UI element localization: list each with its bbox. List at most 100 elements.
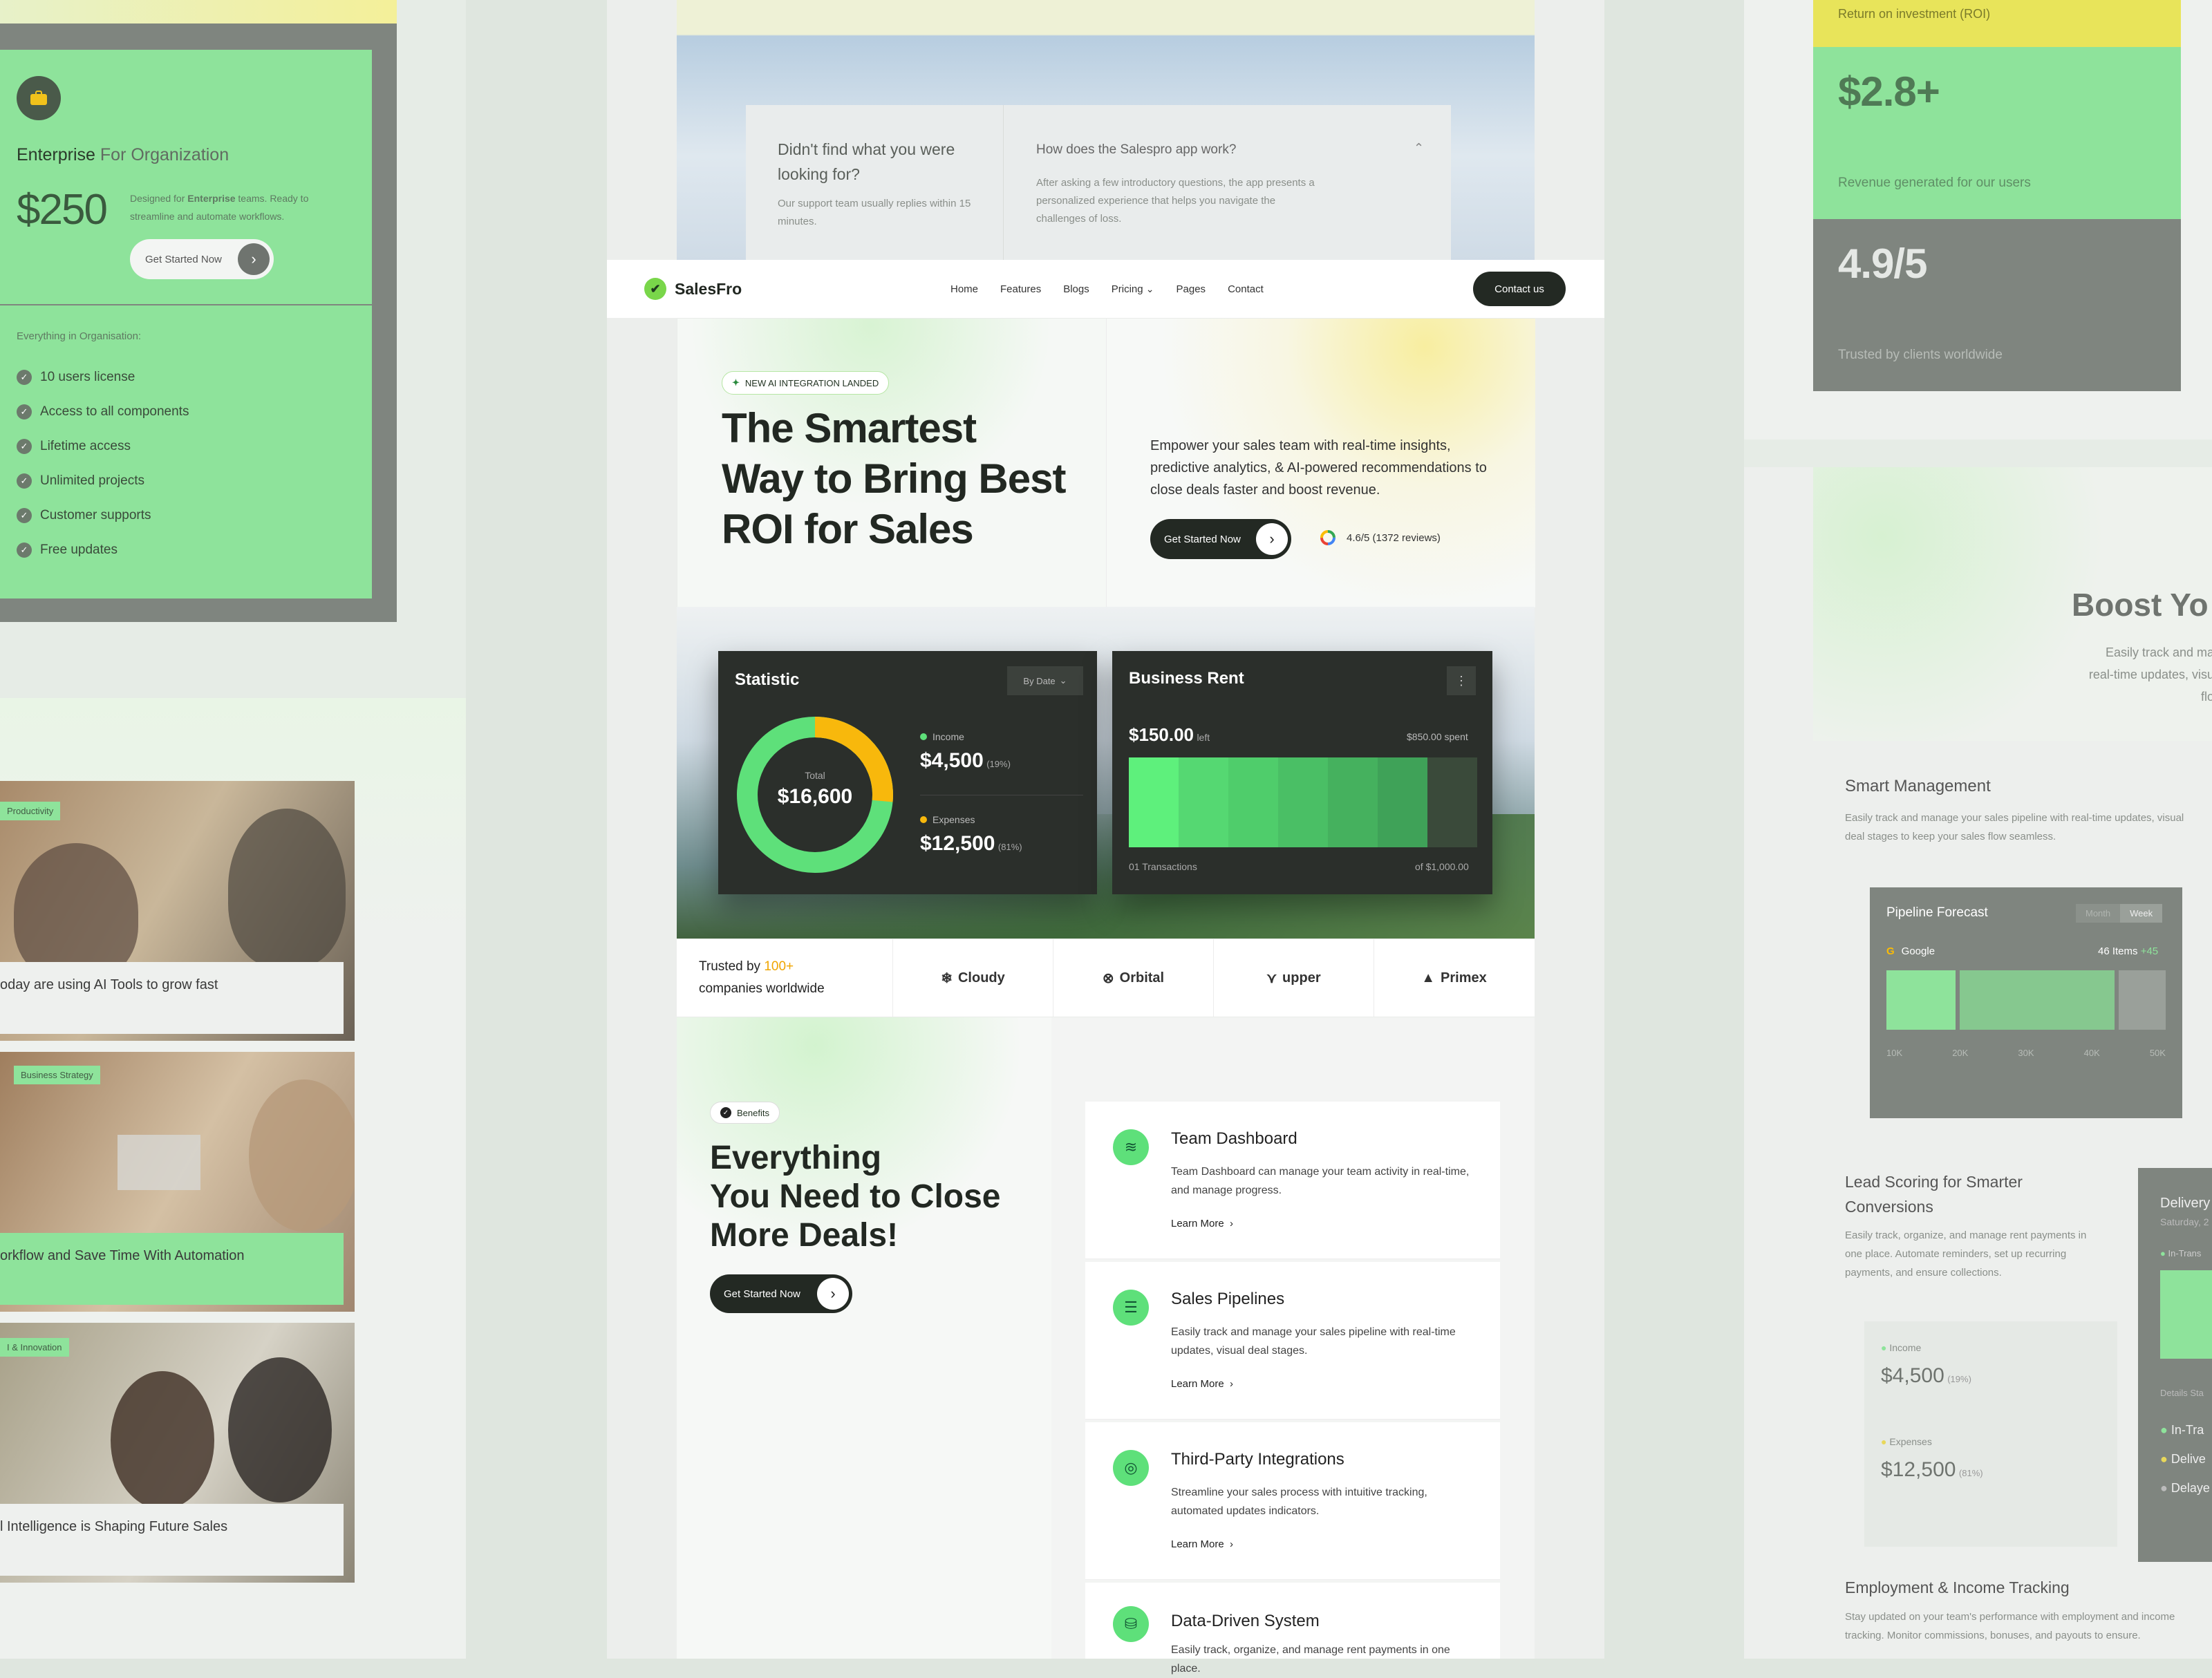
- hero-title: The Smartest Way to Bring Best ROI for Sal…: [722, 405, 1066, 552]
- hero-section: ✦ NEW AI INTEGRATION LANDED The Smartest W…: [677, 318, 1535, 607]
- hero-get-started-button[interactable]: Get Started Now ›: [1150, 519, 1291, 559]
- tab-week[interactable]: Week: [2120, 904, 2163, 923]
- expenses-label: ● Expenses: [1881, 1436, 1932, 1447]
- tab-month[interactable]: Month: [2076, 904, 2121, 923]
- check-badge-icon: ✔: [644, 278, 666, 300]
- brand-logo[interactable]: ✔ SalesFro: [644, 278, 742, 300]
- orbit-icon: ⊗: [1102, 970, 1114, 986]
- feature-item: ✓ Customer supports: [17, 498, 355, 533]
- upper-logo-icon: ⋎: [1266, 970, 1277, 986]
- income-legend: Income $4,500 (19%): [920, 731, 1011, 772]
- faq-question[interactable]: How does the Salespro app work?: [1036, 142, 1236, 158]
- blog-title-2: orkflow and Save Time With Automation: [0, 1233, 344, 1305]
- delivery-legend: ● In-Tra ● Delive ● Delaye: [2160, 1423, 2210, 1495]
- delivery-bar: [2160, 1270, 2212, 1359]
- feature-label: 10 users license: [40, 370, 135, 384]
- blog-card-2[interactable]: Business Strategy orkflow and Save Time …: [0, 1052, 355, 1312]
- statistic-card: Statistic By Date ⌄ Total $16,600 Income …: [718, 651, 1097, 894]
- roi-label: Return on investment (ROI): [1813, 0, 2181, 47]
- hero-cta-label: Get Started Now: [1164, 533, 1241, 545]
- dashboard-showcase: Statistic By Date ⌄ Total $16,600 Income …: [677, 607, 1535, 939]
- nav-features[interactable]: Features: [1000, 283, 1041, 295]
- stats-frame: Return on investment (ROI) $2.8+ Revenue…: [1744, 0, 2212, 440]
- get-started-button[interactable]: Get Started Now ›: [130, 239, 274, 279]
- date-filter-dropdown[interactable]: By Date ⌄: [1007, 666, 1083, 695]
- boost-title: Boost Yo: [2072, 587, 2209, 623]
- filter-label: By Date: [1023, 675, 1056, 686]
- pipeline-source: G Google: [1886, 945, 1936, 957]
- blog-tag-2: Business Strategy: [14, 1066, 100, 1084]
- check-circle-icon: ✓: [17, 543, 32, 558]
- feature-desc: Easily track, organize, and manage rent …: [1171, 1644, 1450, 1675]
- stat-value: $2.8+: [1838, 68, 1940, 115]
- feature-label: Unlimited projects: [40, 473, 144, 488]
- feature-label: Access to all components: [40, 404, 189, 419]
- more-vertical-icon[interactable]: ⋮: [1447, 666, 1476, 695]
- stat-label: Trusted by clients worldwide: [1838, 348, 2003, 362]
- feature-sales-pipelines: ☰ Sales Pipelines Easily track and manag…: [1085, 1262, 1500, 1420]
- smart-management-title: Smart Management: [1845, 777, 1991, 795]
- list-icon: ☰: [1113, 1290, 1149, 1326]
- nav-pages[interactable]: Pages: [1177, 283, 1206, 295]
- boost-hero: Boost Yo Easily track and ma real-time up…: [1813, 467, 2212, 741]
- benefits-get-started-button[interactable]: Get Started Now ›: [710, 1274, 852, 1313]
- announcement-badge[interactable]: ✦ NEW AI INTEGRATION LANDED: [722, 371, 890, 395]
- blog-list-frame: Productivity oday are using AI Tools to …: [0, 698, 466, 1659]
- nav-blogs[interactable]: Blogs: [1063, 283, 1089, 295]
- blog-title-3: l Intelligence is Shaping Future Sales: [0, 1504, 344, 1576]
- pipeline-bars: [1886, 970, 2166, 1030]
- google-rating: 4.6/5 (1372 reviews): [1319, 529, 1441, 547]
- stat-label: Revenue generated for our users: [1838, 176, 2031, 190]
- blog-title-1: oday are using AI Tools to grow fast: [0, 962, 344, 1034]
- feature-label: Lifetime access: [40, 439, 131, 453]
- learn-more-link[interactable]: Learn More ›: [1171, 1378, 1233, 1390]
- progress-segment: [1278, 757, 1328, 847]
- faq-left-title: Didn't find what you were looking for?: [778, 140, 955, 183]
- check-circle-icon: ✓: [720, 1107, 731, 1118]
- progress-segment: [1179, 757, 1228, 847]
- blog-card-3[interactable]: I & Innovation l Intelligence is Shaping…: [0, 1323, 355, 1583]
- badge-text: NEW AI INTEGRATION LANDED: [744, 377, 879, 388]
- learn-more-link[interactable]: Learn More ›: [1171, 1538, 1233, 1550]
- primex-logo-icon: ▲: [1421, 970, 1436, 986]
- blog-tag-3: I & Innovation: [0, 1338, 69, 1357]
- chevron-up-icon[interactable]: ⌃: [1414, 141, 1424, 155]
- progress-segment: [1427, 757, 1477, 847]
- arrow-right-icon: ›: [817, 1278, 849, 1310]
- nav-home[interactable]: Home: [950, 283, 978, 295]
- blog-tag-1: Productivity: [0, 802, 61, 820]
- progress-segment: [1378, 757, 1427, 847]
- briefcase-icon: [17, 76, 61, 120]
- benefits-cta-label: Get Started Now: [724, 1288, 800, 1300]
- check-circle-icon: ✓: [17, 508, 32, 523]
- feature-item: ✓ Unlimited projects: [17, 464, 355, 498]
- blog-card-1[interactable]: Productivity oday are using AI Tools to …: [0, 781, 355, 1041]
- contact-us-button[interactable]: Contact us: [1473, 272, 1566, 306]
- nav-contact[interactable]: Contact: [1228, 283, 1264, 295]
- feature-desc: Team Dashboard can manage your team acti…: [1171, 1166, 1470, 1196]
- pipeline-tabs: Month Week: [2076, 904, 2163, 923]
- feature-title: Sales Pipelines: [1171, 1290, 1285, 1308]
- nav-pricing[interactable]: Pricing ⌄: [1112, 283, 1154, 295]
- total-label: Total: [805, 770, 825, 781]
- faq-left-subtitle: Our support team usually replies within …: [778, 198, 971, 227]
- feature-item: ✓ 10 users license: [17, 360, 355, 395]
- feature-third-party-integrations: ◎ Third-Party Integrations Streamline yo…: [1085, 1422, 1500, 1580]
- feature-item: ✓ Access to all components: [17, 395, 355, 429]
- total-value: $16,600: [777, 785, 853, 808]
- lead-scoring-desc: Easily track, organize, and manage rent …: [1845, 1229, 2087, 1279]
- trusted-text: Trusted by 100+ companies worldwide: [699, 959, 825, 996]
- benefits-title: Everything You Need to Close More Deals!: [710, 1140, 1001, 1254]
- business-rent-card: Business Rent ⋮ $150.00 left $850.00 spe…: [1112, 651, 1492, 894]
- learn-more-link[interactable]: Learn More ›: [1171, 1218, 1233, 1229]
- logo-primex: ▲ Primex: [1374, 939, 1534, 1017]
- check-circle-icon: ✓: [17, 439, 32, 454]
- google-icon: G: [1886, 945, 1895, 957]
- income-expense-card: ● Income $4,500 (19%) ● Expenses $12,500…: [1864, 1321, 2117, 1547]
- smart-management-desc: Easily track and manage your sales pipel…: [1845, 812, 2184, 842]
- delivery-title: Delivery: [2160, 1196, 2211, 1211]
- faq-answer: After asking a few introductory question…: [1036, 177, 1315, 225]
- rent-progress-bar: [1129, 757, 1477, 847]
- boost-desc: Easily track and ma real-time updates, vi…: [2088, 645, 2212, 704]
- hero-subtitle: Empower your sales team with real-time i…: [1150, 438, 1487, 498]
